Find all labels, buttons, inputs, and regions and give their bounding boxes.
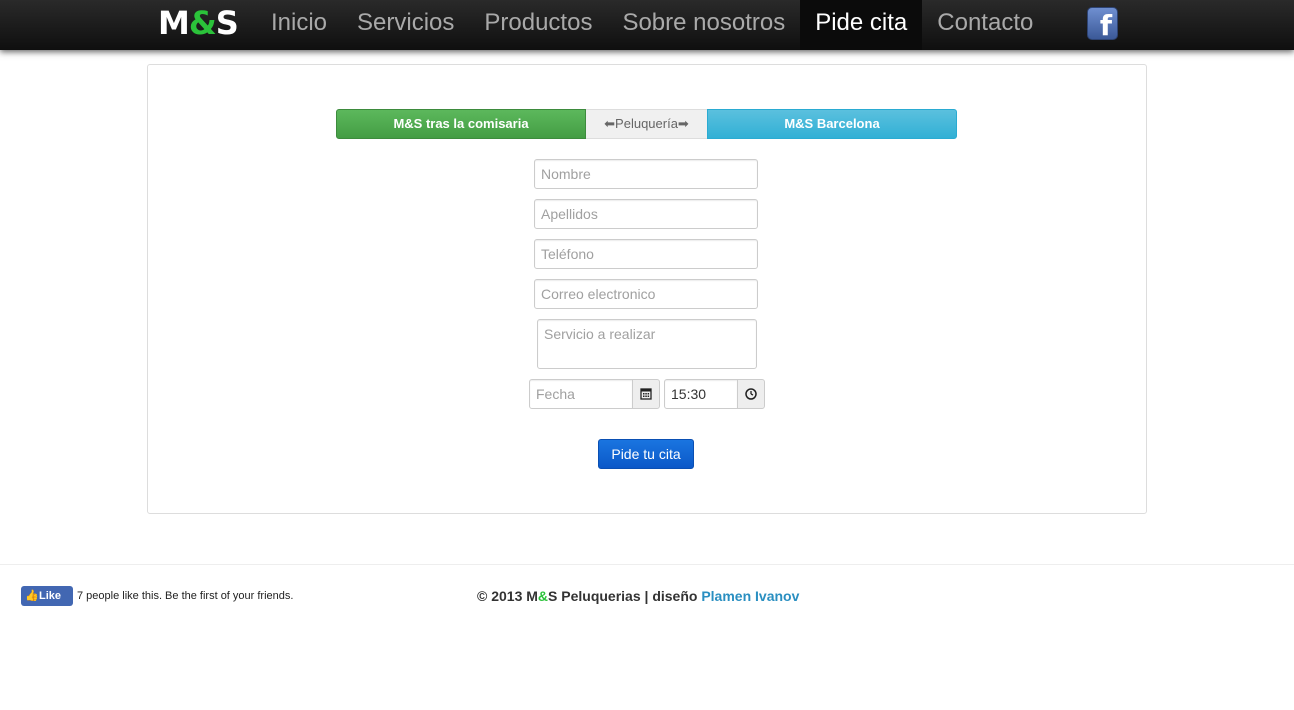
brand-amp: & (188, 4, 217, 42)
clock-button[interactable] (737, 379, 765, 409)
nombre-input[interactable] (534, 159, 758, 189)
author-link[interactable]: Plamen Ivanov (701, 588, 799, 604)
footer-divider (0, 564, 1294, 565)
facebook-icon[interactable]: f (1087, 7, 1118, 40)
thumbs-up-icon: 👍 (25, 590, 39, 602)
nav-menu: Inicio Servicios Productos Sobre nosotro… (256, 0, 1048, 50)
copyright: © 2013 M&S Peluquerias | diseño Plamen I… (477, 588, 799, 604)
copyright-prefix: © 2013 M (477, 588, 538, 604)
copyright-suffix: S Peluquerias | diseño (548, 588, 702, 604)
hora-input[interactable] (664, 379, 738, 409)
copyright-amp: & (537, 588, 549, 604)
location-barcelona-button[interactable]: M&S Barcelona (707, 109, 957, 139)
clock-icon (745, 388, 757, 400)
fecha-input[interactable] (529, 379, 633, 409)
nav-item-servicios[interactable]: Servicios (342, 0, 469, 50)
location-selector: M&S tras la comisaria ⬅Peluquería➡ M&S B… (336, 109, 957, 139)
facebook-like-button[interactable]: 👍Like (21, 586, 73, 606)
servicio-textarea[interactable] (537, 319, 757, 369)
brand-logo[interactable]: M&S (158, 4, 239, 45)
like-label: Like (39, 590, 62, 602)
top-navbar: M&S Inicio Servicios Productos Sobre nos… (0, 0, 1294, 50)
brand-left: M (158, 4, 190, 42)
nav-item-pide-cita[interactable]: Pide cita (800, 0, 923, 50)
like-count-text: 7 people like this. Be the first of your… (77, 590, 294, 602)
location-toggle-label: ⬅Peluquería➡ (586, 109, 707, 139)
nav-item-contacto[interactable]: Contacto (922, 0, 1048, 50)
brand-right: S (215, 4, 239, 42)
correo-input[interactable] (534, 279, 758, 309)
pide-tu-cita-button[interactable]: Pide tu cita (598, 439, 694, 469)
telefono-input[interactable] (534, 239, 758, 269)
nav-item-productos[interactable]: Productos (469, 0, 607, 50)
apellidos-input[interactable] (534, 199, 758, 229)
nav-item-sobre-nosotros[interactable]: Sobre nosotros (607, 0, 800, 50)
calendar-button[interactable] (632, 379, 660, 409)
nav-item-inicio[interactable]: Inicio (256, 0, 342, 50)
calendar-icon (640, 388, 652, 400)
location-comisaria-button[interactable]: M&S tras la comisaria (336, 109, 586, 139)
